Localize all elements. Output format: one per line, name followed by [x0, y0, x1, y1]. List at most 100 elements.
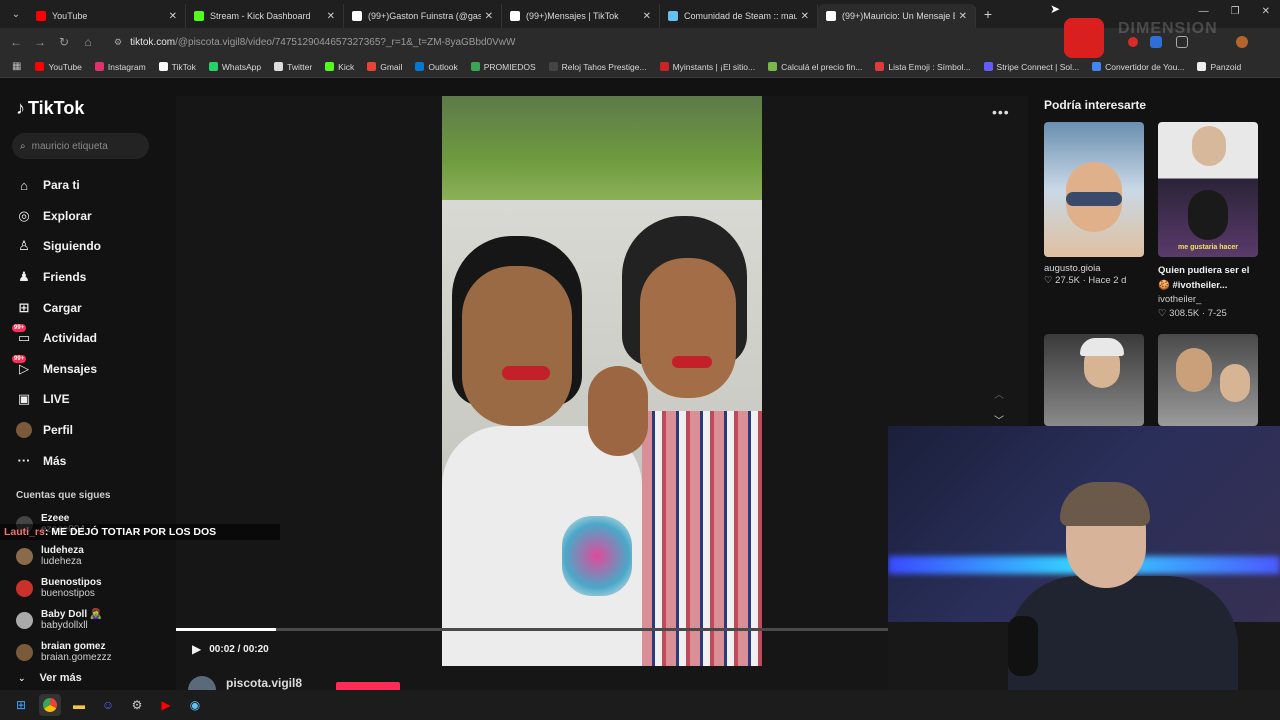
windows-taskbar: ⊞ ▬ ☺ ⚙ ▶ ◉ — [0, 690, 1280, 720]
browser-tab[interactable]: YouTube ✕ — [28, 4, 186, 28]
avatar[interactable] — [16, 643, 33, 661]
bookmark-item[interactable]: Twitter — [274, 62, 312, 72]
tab-search-chevron-icon[interactable]: ⌄ — [4, 4, 28, 24]
address-bar[interactable]: ⚙ tiktok.com /@piscota.vigil8/video/7475… — [106, 31, 1066, 53]
bookmark-item[interactable]: PROMIEDOS — [470, 62, 536, 72]
sidebar-item-siguiendo[interactable]: ♙ Siguiendo — [16, 231, 101, 262]
bookmark-item[interactable]: Myinstants | ¡El sitio... — [659, 62, 755, 72]
record-extension-icon[interactable] — [1128, 37, 1138, 47]
browser-tab[interactable]: (99+)Mauricio: Un Mensaje Esp ✕ — [818, 4, 976, 28]
bookmark-favicon-icon — [94, 62, 104, 71]
sidebar-item-perfil[interactable]: Perfil — [16, 415, 101, 446]
back-icon[interactable]: ← — [4, 35, 28, 49]
browser-tab[interactable]: (99+)Mensajes | TikTok ✕ — [502, 4, 660, 28]
sidebar-item-m-s[interactable]: ··· Más — [16, 445, 101, 476]
thumb-face — [1176, 348, 1212, 392]
bookmark-item[interactable]: Outlook — [415, 62, 458, 72]
search-input[interactable]: ⌕ mauricio etiqueta — [12, 133, 149, 159]
bookmark-item[interactable]: Kick — [325, 62, 354, 72]
recommended-user[interactable]: ivotheiler_ — [1158, 293, 1258, 307]
file-explorer-icon[interactable]: ▬ — [68, 694, 90, 716]
close-tab-icon[interactable]: ✕ — [169, 11, 177, 22]
discord-icon[interactable]: ☺ — [97, 694, 119, 716]
recommended-title-text[interactable]: Quien pudiera ser el 🍪 #ivotheiler... — [1158, 263, 1258, 293]
recommended-video[interactable]: augusto.gioia ♡ 27.5K · Hace 2 d — [1044, 122, 1144, 288]
sidebar-item-live[interactable]: ▣ LIVE — [16, 384, 101, 415]
next-video-icon[interactable]: ﹀ — [994, 412, 1004, 427]
close-tab-icon[interactable]: ✕ — [485, 11, 493, 22]
recommended-thumbnail[interactable] — [1044, 122, 1144, 257]
bookmark-item[interactable]: Stripe Connect | Sol... — [983, 62, 1079, 72]
author-name[interactable]: piscota.vigil8 — [226, 676, 302, 690]
sidebar-item-para-ti[interactable]: ⌂ Para ti — [16, 170, 101, 201]
recommended-thumbnail[interactable] — [1158, 334, 1258, 426]
bookmark-item[interactable]: Lista Emoji : Símbol... — [875, 62, 971, 72]
bookmark-item[interactable]: Gmail — [367, 62, 402, 72]
avatar[interactable] — [16, 611, 33, 629]
chrome-taskbar-icon[interactable] — [39, 694, 61, 716]
previous-video-icon[interactable]: ︿ — [994, 386, 1004, 401]
sidebar-item-friends[interactable]: ♟ Friends — [16, 262, 101, 293]
recommended-user[interactable]: augusto.gioia — [1044, 263, 1144, 274]
bookmark-item[interactable]: YouTube — [35, 62, 82, 72]
browser-tab[interactable]: Stream - Kick Dashboard ✕ — [186, 4, 344, 28]
close-tab-icon[interactable]: ✕ — [643, 11, 651, 22]
tab-title: Comunidad de Steam :: mauryh — [684, 11, 797, 21]
bookmark-item[interactable]: Convertidor de You... — [1092, 62, 1184, 72]
bookmark-item[interactable]: Calculá el precio fin... — [768, 62, 862, 72]
forward-icon[interactable]: → — [28, 35, 52, 49]
recommended-video[interactable]: me gustaria hacer Quien pudiera ser el 🍪… — [1158, 122, 1258, 321]
windows-start-icon[interactable]: ⊞ — [10, 694, 32, 716]
video-player[interactable] — [442, 96, 762, 666]
recommended-stats: ♡ 27.5K · Hace 2 d — [1044, 275, 1127, 286]
account-name: Ezeee — [41, 513, 70, 524]
apps-grid-icon[interactable]: ▦ — [12, 61, 21, 72]
tiktok-logo[interactable]: ♪ TikTok — [16, 98, 84, 119]
bookmark-item[interactable]: Panzoid — [1197, 62, 1241, 72]
steam-icon[interactable]: ◉ — [184, 694, 206, 716]
close-tab-icon[interactable]: ✕ — [327, 11, 335, 22]
recommended-video[interactable] — [1158, 334, 1258, 426]
bookmark-item[interactable]: TikTok — [158, 62, 196, 72]
video-author[interactable]: piscota.vigil8 — [188, 676, 302, 690]
reload-icon[interactable]: ↻ — [52, 35, 76, 49]
author-avatar[interactable] — [188, 676, 216, 690]
following-account[interactable]: Baby Doll 🧟‍♀️ babydollxll — [16, 604, 112, 636]
recommended-thumbnail[interactable] — [1044, 334, 1144, 426]
see-more-button[interactable]: ⌄ Ver más — [18, 672, 82, 684]
browser-tab[interactable]: (99+)Gaston Fuinstra (@gaston ✕ — [344, 4, 502, 28]
following-account[interactable]: ludeheza ludeheza — [16, 540, 112, 572]
profile-avatar-icon[interactable] — [1236, 36, 1248, 48]
settings-gear-icon[interactable]: ⚙ — [126, 694, 148, 716]
recommended-thumbnail[interactable]: me gustaria hacer — [1158, 122, 1258, 257]
restore-icon[interactable]: ❐ — [1231, 6, 1240, 17]
minimize-icon[interactable]: — — [1199, 6, 1209, 17]
bookmark-favicon-icon — [1092, 62, 1102, 71]
sidebar-item-mensajes[interactable]: ▷ 99+ Mensajes — [12, 354, 101, 385]
following-account[interactable]: Buenostipos buenostipos — [16, 572, 112, 604]
avatar[interactable] — [16, 579, 33, 597]
bookmark-item[interactable]: Reloj Tahos Prestige... — [548, 62, 647, 72]
close-window-icon[interactable]: ✕ — [1262, 6, 1270, 17]
close-tab-icon[interactable]: ✕ — [801, 11, 809, 22]
video-progress-bar[interactable] — [176, 628, 888, 631]
home-button-icon[interactable]: ⌂ — [76, 35, 100, 49]
bookmark-item[interactable]: Instagram — [94, 62, 146, 72]
youtube-taskbar-icon[interactable]: ▶ — [155, 694, 177, 716]
close-tab-icon[interactable]: ✕ — [959, 11, 967, 22]
recommended-video[interactable] — [1044, 334, 1144, 426]
following-account[interactable]: braian gomez braian.gomezzz — [16, 636, 112, 668]
follow-button[interactable] — [336, 682, 400, 690]
bookmark-item[interactable]: WhatsApp — [208, 62, 261, 72]
browser-tab[interactable]: Comunidad de Steam :: mauryh ✕ — [660, 4, 818, 28]
sidebar-item-actividad[interactable]: ▭ 99+ Actividad — [12, 323, 101, 354]
play-icon[interactable]: ▶ — [192, 642, 201, 656]
more-options-icon[interactable]: ••• — [992, 104, 1010, 120]
bookmark-favicon-icon — [768, 62, 778, 71]
new-tab-button[interactable]: + — [976, 6, 1000, 22]
avatar[interactable] — [16, 547, 33, 565]
microphone-icon — [1008, 616, 1038, 676]
sidebar-item-cargar[interactable]: ⊞ Cargar — [16, 292, 101, 323]
site-info-icon[interactable]: ⚙ — [114, 37, 122, 48]
sidebar-item-explorar[interactable]: ◎ Explorar — [16, 201, 101, 232]
